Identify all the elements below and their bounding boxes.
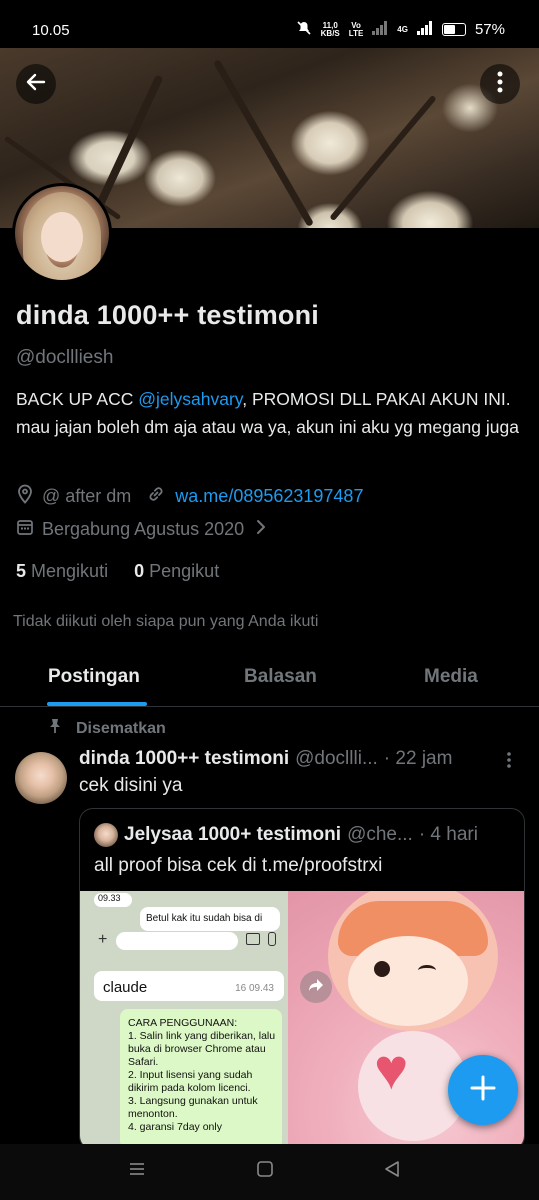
profile-joined-date: Bergabung Agustus 2020	[42, 519, 245, 539]
quoted-post-header: Jelysaa 1000+ testimoni @che... · 4 hari	[94, 823, 514, 847]
post-text: cek disini ya	[79, 775, 183, 796]
tab-postingan[interactable]: Postingan	[48, 666, 140, 688]
following-stat[interactable]: 5 Mengikuti	[16, 561, 108, 581]
not-followed-note: Tidak diikuti oleh siapa pun yang Anda i…	[13, 613, 319, 630]
followers-count: 0	[134, 561, 145, 581]
follow-stats: 5 Mengikuti 0 Pengikut	[16, 561, 219, 582]
signal-icon-2	[416, 21, 433, 38]
system-nav-bar	[0, 1144, 539, 1200]
quoted-author-name: Jelysaa 1000+ testimoni	[124, 824, 342, 845]
bio-mention-link[interactable]: @jelysahvary	[138, 389, 242, 409]
net-speed-unit: KB/S	[320, 28, 340, 38]
more-options-button[interactable]	[480, 64, 520, 104]
back-arrow-icon	[24, 70, 48, 99]
profile-tabs: Postingan Balasan Media	[0, 658, 539, 707]
bio-prefix: BACK UP ACC	[16, 389, 139, 409]
banner-branch	[329, 94, 437, 222]
post-more-button[interactable]	[506, 750, 512, 775]
mute-icon	[296, 20, 312, 39]
post-author-handle: @docllli...	[295, 748, 378, 769]
network-type: 4G	[397, 24, 408, 34]
pinned-label: Disematkan	[76, 719, 166, 737]
chat-step-3: 3. Langsung gunakan untuk menonton.	[128, 1095, 258, 1120]
followers-stat[interactable]: 0 Pengikut	[134, 561, 219, 581]
battery-percent: 57%	[474, 21, 505, 38]
back-triangle-icon[interactable]	[383, 1160, 401, 1183]
illustration-wink	[418, 965, 436, 976]
volte-indicator: Vo LTE	[348, 21, 364, 38]
tab-balasan[interactable]: Balasan	[244, 666, 317, 688]
following-label: Mengikuti	[31, 561, 109, 581]
net-speed: 11,0 KB/S	[320, 21, 340, 38]
illustration-eye	[374, 961, 390, 977]
chat-plus-icon: +	[98, 931, 108, 948]
status-time: 10.05	[32, 22, 70, 39]
chat-step-4: 4. garansi 7day only	[128, 1121, 222, 1133]
profile-location: @ after dm	[42, 486, 132, 506]
status-bar: 10.05 11,0 KB/S Vo LTE 4G 57%	[0, 0, 539, 48]
location-icon	[16, 484, 34, 509]
menu-icon[interactable]	[128, 1160, 146, 1183]
profile-handle: @docllliesh	[16, 347, 114, 368]
post-header: dinda 1000++ testimoni @docllli... · 22 …	[79, 748, 519, 770]
following-count: 5	[16, 561, 27, 581]
plus-icon	[470, 1075, 496, 1106]
chat-views-time: 16 09.43	[235, 983, 274, 994]
back-button[interactable]	[16, 64, 56, 104]
chat-input-row: +	[96, 929, 286, 955]
followers-label: Pengikut	[149, 561, 220, 581]
quoted-author-handle: @che...	[347, 824, 413, 845]
camera-icon	[246, 933, 260, 945]
profile-meta-row: @ after dm wa.me/0895623197487	[16, 484, 363, 509]
heart-icon: ♥	[374, 1037, 409, 1102]
quoted-media-chat-screenshot[interactable]: 09.33 Betul kak itu sudah bisa di + clau…	[80, 891, 288, 1149]
quoted-post-text: all proof bisa cek di t.me/proofstrxi	[94, 855, 383, 876]
chevron-right-icon	[256, 519, 266, 540]
post-author-name[interactable]: dinda 1000++ testimoni	[79, 748, 289, 770]
profile-display-name: dinda 1000++ testimoni	[16, 300, 320, 330]
chat-line: Betul kak itu sudah bisa di	[146, 913, 263, 924]
banner-branch	[212, 58, 315, 228]
quoted-post-time: · 4 hari	[418, 824, 478, 845]
profile-website-link[interactable]: wa.me/0895623197487	[175, 486, 363, 507]
chat-instructions-bubble: CARA PENGGUNAAN: 1. Salin link yang dibe…	[120, 1009, 282, 1149]
avatar-face	[41, 212, 83, 262]
profile-joined-row[interactable]: Bergabung Agustus 2020	[16, 518, 266, 541]
more-vertical-icon	[506, 752, 512, 774]
chat-message: Betul kak itu sudah bisa di	[140, 907, 280, 931]
chat-claude-bubble: claude 16 09.43	[94, 971, 284, 1001]
home-square-icon[interactable]	[256, 1160, 274, 1183]
quoted-author-avatar	[94, 823, 118, 847]
illustration-face	[348, 936, 468, 1026]
lte-label: LTE	[348, 28, 364, 38]
profile-bio: BACK UP ACC @jelysahvary, PROMOSI DLL PA…	[16, 385, 526, 441]
chat-step-2: 2. Input lisensi yang sudah dikirim pada…	[128, 1069, 253, 1094]
chat-bubble-time: 09.33	[94, 893, 132, 907]
compose-button[interactable]	[448, 1055, 518, 1125]
chat-step-1: 1. Salin link yang diberikan, lalu buka …	[128, 1030, 276, 1068]
pinned-indicator: Disematkan	[48, 718, 166, 739]
more-vertical-icon	[497, 71, 503, 98]
chat-claude-text: claude	[103, 979, 148, 996]
chat-heading: CARA PENGGUNAAN:	[128, 1017, 238, 1029]
share-arrow-icon	[308, 978, 324, 997]
calendar-icon	[16, 518, 34, 541]
mic-icon	[268, 932, 276, 946]
tab-media[interactable]: Media	[424, 666, 478, 688]
profile-avatar[interactable]	[12, 183, 112, 283]
post-author-avatar[interactable]	[15, 752, 67, 804]
active-tab-indicator	[47, 702, 147, 706]
signal-icon	[372, 21, 388, 38]
chat-input-field	[116, 932, 238, 950]
link-icon	[147, 485, 165, 508]
status-icons: 11,0 KB/S Vo LTE 4G 57%	[296, 20, 505, 39]
battery-icon	[441, 23, 466, 36]
pin-icon	[48, 718, 62, 739]
post-time: · 22 jam	[383, 748, 453, 769]
chat-time-top: 09.33	[98, 893, 121, 903]
share-overlay-button[interactable]	[300, 971, 332, 1003]
